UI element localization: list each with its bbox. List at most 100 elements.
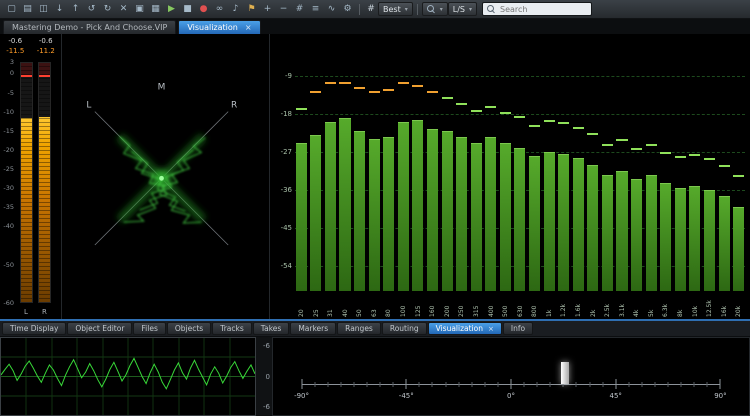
spectrum-freq-label: 10k: [689, 293, 702, 317]
spectrum-freq-label: 80: [382, 293, 395, 317]
direction-scale-label: -90°: [294, 392, 309, 400]
dock-tab-objects[interactable]: Objects: [167, 322, 211, 335]
spectrum-peak-hold: [529, 125, 540, 127]
direction-minor-tick: [654, 382, 655, 387]
spectrum-db-label: -54: [281, 262, 292, 270]
spectrum-peak-hold: [675, 156, 686, 158]
meter-peak-hold: [39, 75, 50, 77]
spectrum-peak-hold: [456, 103, 467, 105]
new-project-icon[interactable]: ▢: [4, 2, 19, 17]
spectrum-band: [368, 38, 381, 291]
direction-minor-tick: [327, 382, 328, 387]
paste-icon[interactable]: ▦: [148, 2, 163, 17]
dock-tab-label: Visualization: [436, 324, 483, 333]
meter-scale-label: -60: [3, 300, 14, 307]
import-audio-icon[interactable]: ↓: [52, 2, 67, 17]
snap-mode-select[interactable]: Best ▾: [378, 2, 413, 16]
spectrum-bar: [573, 158, 584, 291]
spectrum-bar: [325, 122, 336, 291]
channel-label-left: L: [24, 308, 28, 316]
redo-icon[interactable]: ↻: [100, 2, 115, 17]
spectrum-band: [572, 38, 585, 291]
spectrum-band: [718, 38, 731, 291]
spectrum-analyzer-panel: -9-18-27-36-45-54 2025314050638010012516…: [270, 34, 750, 319]
zoom-in-icon[interactable]: +: [260, 2, 275, 17]
spectrum-freq-label: 800: [528, 293, 541, 317]
spectrum-freq-label: 4k: [630, 293, 643, 317]
spectrum-bar: [558, 154, 569, 291]
spectrum-peak-hold: [689, 154, 700, 156]
direction-scale-label: 90°: [714, 392, 726, 400]
zoom-preset-select[interactable]: ▾: [422, 2, 448, 16]
copy-icon[interactable]: ▣: [132, 2, 147, 17]
direction-minor-tick: [419, 382, 420, 387]
dock-tab-tracks[interactable]: Tracks: [212, 322, 252, 335]
direction-tick: [406, 379, 407, 389]
zoom-out-icon[interactable]: −: [276, 2, 291, 17]
spectrum-band: [295, 38, 308, 291]
cut-icon[interactable]: ✕: [116, 2, 131, 17]
stop-icon[interactable]: ■: [180, 2, 195, 17]
toolbar-separator: [359, 4, 360, 15]
spectrum-band: [514, 38, 527, 291]
spectrum-bar: [616, 171, 627, 291]
spectrum-bar: [675, 188, 686, 291]
dock-tab-visualization[interactable]: Visualization ×: [428, 322, 502, 335]
close-tab-icon[interactable]: ×: [488, 325, 494, 333]
scope-axis-label: -6: [263, 403, 270, 411]
dock-tab-info[interactable]: Info: [503, 322, 533, 335]
settings-icon[interactable]: ⚙: [340, 2, 355, 17]
metronome-icon[interactable]: ♪: [228, 2, 243, 17]
automation-icon[interactable]: ∿: [324, 2, 339, 17]
loop-icon[interactable]: ∞: [212, 2, 227, 17]
dock-tab-ranges[interactable]: Ranges: [337, 322, 381, 335]
direction-minor-tick: [314, 382, 315, 387]
dock-tab-label: Files: [141, 324, 157, 333]
direction-minor-tick: [458, 382, 459, 387]
spectrum-xlabels: 2025314050638010012516020025031540050063…: [295, 293, 745, 317]
scope-axis: -60-6: [256, 337, 272, 416]
doc-tab[interactable]: Mastering Demo - Pick And Choose.VIP: [3, 20, 176, 34]
grid-mode-select[interactable]: L/S ▾: [448, 2, 477, 16]
direction-minor-tick: [393, 382, 394, 387]
spectrum-band: [324, 38, 337, 291]
spectrum-band: [528, 38, 541, 291]
scope-axis-label: 0: [266, 373, 270, 381]
rms-readout: -11.5 -11.2: [0, 47, 61, 55]
marker-icon[interactable]: ⚑: [244, 2, 259, 17]
meter-scale-label: -30: [3, 185, 14, 192]
dock-tab-time-display[interactable]: Time Display: [2, 322, 66, 335]
play-icon[interactable]: ▶: [164, 2, 179, 17]
spectrum-bar: [719, 196, 730, 291]
meter-scale-label: -5: [8, 89, 14, 96]
record-icon[interactable]: ●: [196, 2, 211, 17]
dock-tab-files[interactable]: Files: [133, 322, 165, 335]
spectrum-plot: [295, 38, 745, 291]
mixer-icon[interactable]: ≡: [308, 2, 323, 17]
undo-icon[interactable]: ↺: [84, 2, 99, 17]
spectrum-freq-label: 2k: [587, 293, 600, 317]
dock-tab-takes[interactable]: Takes: [253, 322, 290, 335]
dock-tab-routing[interactable]: Routing: [382, 322, 427, 335]
spectrum-freq-label: 63: [368, 293, 381, 317]
toolbar-icon-row: ▢▤◫↓↑↺↻✕▣▦▶■●∞♪⚑+−#≡∿⚙: [4, 2, 355, 17]
doc-tab[interactable]: Visualization×: [178, 20, 260, 34]
dock-tab-label: Ranges: [345, 324, 373, 333]
export-audio-icon[interactable]: ↑: [68, 2, 83, 17]
dock-tab-markers[interactable]: Markers: [290, 322, 336, 335]
dock-tab-label: Routing: [390, 324, 419, 333]
save-icon[interactable]: ◫: [36, 2, 51, 17]
spectrum-bar: [339, 118, 350, 291]
spectrum-peak-hold: [383, 89, 394, 91]
snap-toggle-icon[interactable]: #: [364, 4, 378, 14]
dock-tab-object-editor[interactable]: Object Editor: [67, 322, 132, 335]
open-project-icon[interactable]: ▤: [20, 2, 35, 17]
grid-icon[interactable]: #: [292, 2, 307, 17]
spectrum-bar: [544, 152, 555, 291]
spectrum-peak-hold: [471, 110, 482, 112]
search-input[interactable]: [500, 5, 587, 14]
search-box[interactable]: [482, 2, 592, 16]
close-tab-icon[interactable]: ×: [245, 24, 252, 32]
gonio-label-right: R: [231, 101, 237, 111]
spectrum-peak-hold: [354, 87, 365, 89]
